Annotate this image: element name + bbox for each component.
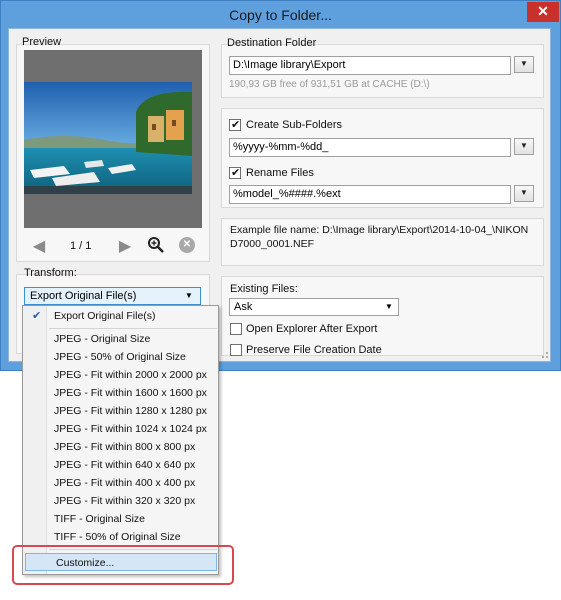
menu-item-jpeg-400[interactable]: JPEG - Fit within 400 x 400 px	[24, 474, 217, 492]
delete-icon[interactable]: ✕	[179, 237, 195, 253]
menu-item-jpeg-1600[interactable]: JPEG - Fit within 1600 x 1600 px	[24, 384, 217, 402]
checkmark-icon: ✔	[32, 310, 42, 322]
rename-pattern-field[interactable]: %model_%####.%ext	[229, 185, 511, 204]
rename-pattern-dropdown-button[interactable]: ▼	[514, 185, 534, 202]
menu-item-export-original[interactable]: ✔ Export Original File(s)	[24, 307, 217, 325]
menu-item-jpeg-50[interactable]: JPEG - 50% of Original Size	[24, 348, 217, 366]
existing-files-select[interactable]: Ask ▼	[229, 298, 399, 316]
page-indicator: 1 / 1	[70, 240, 92, 252]
transform-select-value: Export Original File(s)	[30, 290, 137, 302]
menu-item-jpeg-original[interactable]: JPEG - Original Size	[24, 330, 217, 348]
subfolder-pattern-field[interactable]: %yyyy-%mm-%dd_	[229, 138, 511, 157]
preview-image	[24, 82, 192, 194]
menu-item-jpeg-640[interactable]: JPEG - Fit within 640 x 640 px	[24, 456, 217, 474]
close-button[interactable]: ✕	[527, 2, 559, 22]
chevron-down-icon: ▼	[520, 59, 528, 68]
title-bar[interactable]: Copy to Folder... ✕	[1, 1, 560, 29]
close-icon: ✕	[537, 3, 549, 19]
destination-dropdown-button[interactable]: ▼	[514, 56, 534, 73]
example-filename-line1: Example file name: D:\Image library\Expo…	[230, 224, 529, 236]
preserve-date-label: Preserve File Creation Date	[246, 344, 382, 356]
transform-dropdown-menu: ✔ Export Original File(s) JPEG - Origina…	[22, 305, 219, 575]
chevron-down-icon: ▼	[520, 141, 528, 150]
resize-grip[interactable]	[542, 352, 548, 358]
transform-label: Transform:	[24, 267, 77, 279]
menu-item-jpeg-800[interactable]: JPEG - Fit within 800 x 800 px	[24, 438, 217, 456]
subfolder-pattern-dropdown-button[interactable]: ▼	[514, 138, 534, 155]
menu-item-tiff-original[interactable]: TIFF - Original Size	[24, 510, 217, 528]
create-subfolders-checkbox[interactable]	[229, 118, 241, 131]
menu-separator	[49, 328, 217, 329]
window-title: Copy to Folder...	[229, 7, 332, 23]
preserve-date-checkbox[interactable]	[230, 344, 242, 356]
menu-item-jpeg-1024[interactable]: JPEG - Fit within 1024 x 1024 px	[24, 420, 217, 438]
transform-select[interactable]: Export Original File(s) ▼	[24, 287, 201, 305]
menu-item-label: Export Original File(s)	[54, 310, 156, 322]
existing-files-value: Ask	[234, 301, 253, 313]
preview-label: Preview	[22, 36, 62, 48]
destination-path-field[interactable]: D:\Image library\Export	[229, 56, 511, 75]
menu-item-jpeg-2000[interactable]: JPEG - Fit within 2000 x 2000 px	[24, 366, 217, 384]
menu-item-jpeg-1280[interactable]: JPEG - Fit within 1280 x 1280 px	[24, 402, 217, 420]
chevron-down-icon: ▼	[385, 302, 393, 311]
destination-label: Destination Folder	[227, 37, 317, 49]
rename-files-checkbox[interactable]	[229, 166, 241, 179]
zoom-icon[interactable]	[147, 236, 165, 254]
rename-files-label: Rename Files	[246, 167, 314, 179]
highlight-annotation	[12, 545, 234, 585]
chevron-down-icon: ▼	[185, 291, 193, 300]
example-filename-line2: D7000_0001.NEF	[230, 238, 315, 250]
next-arrow-icon[interactable]: ▶	[116, 236, 134, 256]
previous-arrow-icon[interactable]: ◀	[30, 236, 48, 256]
open-explorer-label: Open Explorer After Export	[246, 323, 378, 335]
free-space-text: 190,93 GB free of 931,51 GB at CACHE (D:…	[229, 79, 430, 90]
chevron-down-icon: ▼	[520, 188, 528, 197]
create-subfolders-label: Create Sub-Folders	[246, 119, 342, 131]
open-explorer-checkbox[interactable]	[230, 323, 242, 335]
existing-files-label: Existing Files:	[230, 283, 298, 295]
menu-item-tiff-50[interactable]: TIFF - 50% of Original Size	[24, 528, 217, 546]
menu-item-jpeg-320[interactable]: JPEG - Fit within 320 x 320 px	[24, 492, 217, 510]
